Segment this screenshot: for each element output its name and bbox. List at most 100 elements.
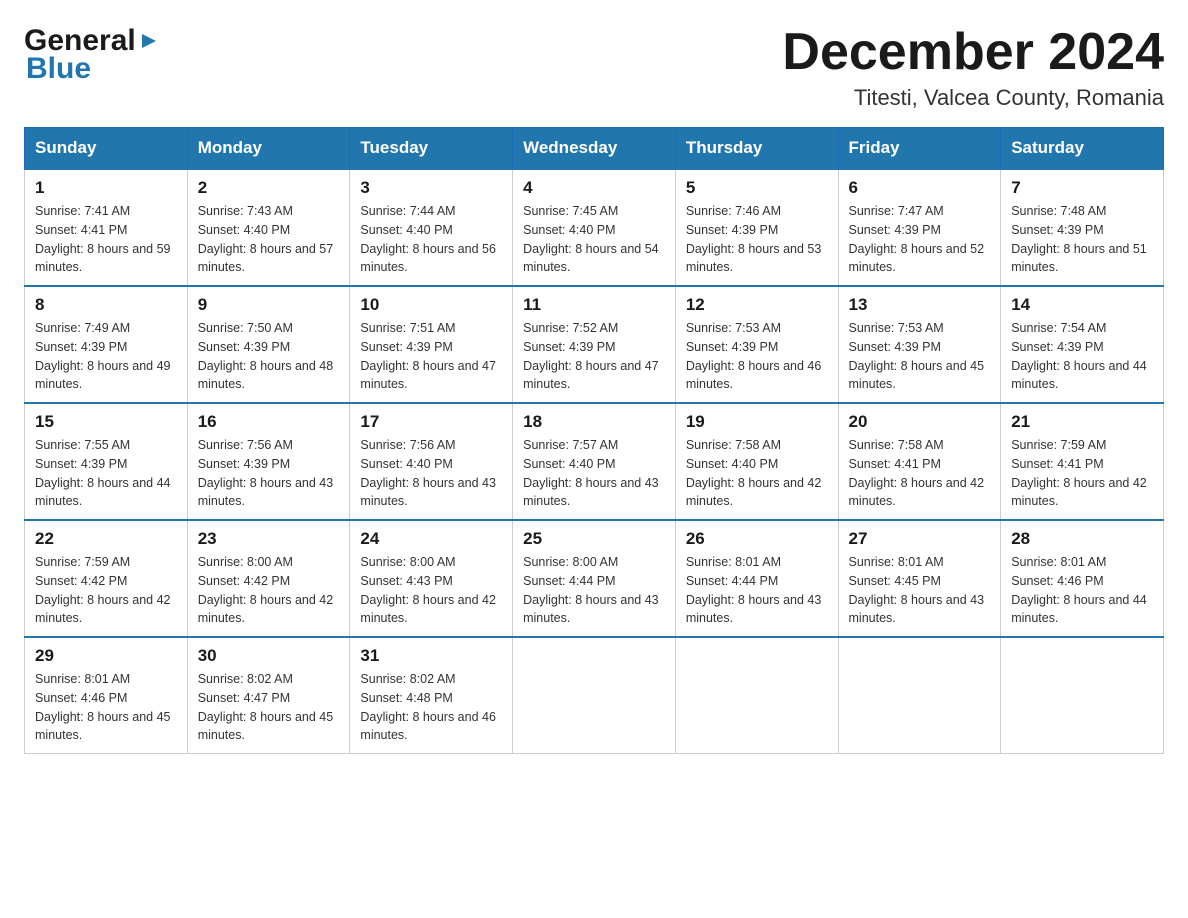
logo-blue: Blue (26, 52, 91, 86)
calendar-cell: 2 Sunrise: 7:43 AMSunset: 4:40 PMDayligh… (187, 169, 350, 286)
day-number: 5 (686, 178, 828, 198)
calendar-cell: 14 Sunrise: 7:54 AMSunset: 4:39 PMDaylig… (1001, 286, 1164, 403)
day-number: 13 (849, 295, 991, 315)
day-info: Sunrise: 7:48 AMSunset: 4:39 PMDaylight:… (1011, 204, 1147, 274)
day-number: 4 (523, 178, 665, 198)
logo-triangle-icon (138, 30, 160, 52)
calendar-cell: 28 Sunrise: 8:01 AMSunset: 4:46 PMDaylig… (1001, 520, 1164, 637)
calendar-cell: 15 Sunrise: 7:55 AMSunset: 4:39 PMDaylig… (25, 403, 188, 520)
calendar-cell: 16 Sunrise: 7:56 AMSunset: 4:39 PMDaylig… (187, 403, 350, 520)
day-number: 25 (523, 529, 665, 549)
day-number: 18 (523, 412, 665, 432)
calendar-cell (1001, 637, 1164, 754)
calendar-cell: 5 Sunrise: 7:46 AMSunset: 4:39 PMDayligh… (675, 169, 838, 286)
day-info: Sunrise: 7:47 AMSunset: 4:39 PMDaylight:… (849, 204, 985, 274)
day-info: Sunrise: 7:46 AMSunset: 4:39 PMDaylight:… (686, 204, 822, 274)
day-info: Sunrise: 8:02 AMSunset: 4:47 PMDaylight:… (198, 672, 334, 742)
day-info: Sunrise: 7:56 AMSunset: 4:39 PMDaylight:… (198, 438, 334, 508)
calendar-cell: 6 Sunrise: 7:47 AMSunset: 4:39 PMDayligh… (838, 169, 1001, 286)
month-title: December 2024 (782, 24, 1164, 81)
day-number: 22 (35, 529, 177, 549)
day-info: Sunrise: 8:00 AMSunset: 4:42 PMDaylight:… (198, 555, 334, 625)
day-number: 9 (198, 295, 340, 315)
day-info: Sunrise: 8:00 AMSunset: 4:43 PMDaylight:… (360, 555, 496, 625)
day-info: Sunrise: 8:01 AMSunset: 4:44 PMDaylight:… (686, 555, 822, 625)
day-number: 23 (198, 529, 340, 549)
day-info: Sunrise: 7:51 AMSunset: 4:39 PMDaylight:… (360, 321, 496, 391)
page-header: General Blue December 2024 Titesti, Valc… (24, 24, 1164, 111)
calendar-cell: 17 Sunrise: 7:56 AMSunset: 4:40 PMDaylig… (350, 403, 513, 520)
calendar-cell: 26 Sunrise: 8:01 AMSunset: 4:44 PMDaylig… (675, 520, 838, 637)
day-number: 10 (360, 295, 502, 315)
day-number: 14 (1011, 295, 1153, 315)
calendar-cell (513, 637, 676, 754)
day-info: Sunrise: 7:59 AMSunset: 4:41 PMDaylight:… (1011, 438, 1147, 508)
calendar-cell: 29 Sunrise: 8:01 AMSunset: 4:46 PMDaylig… (25, 637, 188, 754)
day-info: Sunrise: 7:59 AMSunset: 4:42 PMDaylight:… (35, 555, 171, 625)
day-number: 15 (35, 412, 177, 432)
day-info: Sunrise: 8:01 AMSunset: 4:46 PMDaylight:… (1011, 555, 1147, 625)
calendar-week-row-5: 29 Sunrise: 8:01 AMSunset: 4:46 PMDaylig… (25, 637, 1164, 754)
day-number: 17 (360, 412, 502, 432)
calendar-cell: 9 Sunrise: 7:50 AMSunset: 4:39 PMDayligh… (187, 286, 350, 403)
calendar-week-row-4: 22 Sunrise: 7:59 AMSunset: 4:42 PMDaylig… (25, 520, 1164, 637)
calendar-cell: 19 Sunrise: 7:58 AMSunset: 4:40 PMDaylig… (675, 403, 838, 520)
day-info: Sunrise: 7:52 AMSunset: 4:39 PMDaylight:… (523, 321, 659, 391)
calendar-header-row: Sunday Monday Tuesday Wednesday Thursday… (25, 128, 1164, 170)
calendar-cell: 23 Sunrise: 8:00 AMSunset: 4:42 PMDaylig… (187, 520, 350, 637)
day-info: Sunrise: 7:49 AMSunset: 4:39 PMDaylight:… (35, 321, 171, 391)
calendar-cell: 24 Sunrise: 8:00 AMSunset: 4:43 PMDaylig… (350, 520, 513, 637)
day-info: Sunrise: 7:58 AMSunset: 4:41 PMDaylight:… (849, 438, 985, 508)
day-info: Sunrise: 7:43 AMSunset: 4:40 PMDaylight:… (198, 204, 334, 274)
calendar-cell: 18 Sunrise: 7:57 AMSunset: 4:40 PMDaylig… (513, 403, 676, 520)
day-info: Sunrise: 8:01 AMSunset: 4:46 PMDaylight:… (35, 672, 171, 742)
day-number: 3 (360, 178, 502, 198)
day-number: 7 (1011, 178, 1153, 198)
day-number: 27 (849, 529, 991, 549)
calendar-cell: 27 Sunrise: 8:01 AMSunset: 4:45 PMDaylig… (838, 520, 1001, 637)
day-info: Sunrise: 7:45 AMSunset: 4:40 PMDaylight:… (523, 204, 659, 274)
day-number: 29 (35, 646, 177, 666)
calendar-week-row-1: 1 Sunrise: 7:41 AMSunset: 4:41 PMDayligh… (25, 169, 1164, 286)
col-header-thursday: Thursday (675, 128, 838, 170)
col-header-wednesday: Wednesday (513, 128, 676, 170)
calendar-cell: 13 Sunrise: 7:53 AMSunset: 4:39 PMDaylig… (838, 286, 1001, 403)
col-header-friday: Friday (838, 128, 1001, 170)
day-info: Sunrise: 7:44 AMSunset: 4:40 PMDaylight:… (360, 204, 496, 274)
calendar-cell: 31 Sunrise: 8:02 AMSunset: 4:48 PMDaylig… (350, 637, 513, 754)
day-info: Sunrise: 7:50 AMSunset: 4:39 PMDaylight:… (198, 321, 334, 391)
col-header-tuesday: Tuesday (350, 128, 513, 170)
col-header-monday: Monday (187, 128, 350, 170)
day-number: 21 (1011, 412, 1153, 432)
day-number: 31 (360, 646, 502, 666)
col-header-saturday: Saturday (1001, 128, 1164, 170)
day-number: 2 (198, 178, 340, 198)
calendar-cell (838, 637, 1001, 754)
day-info: Sunrise: 7:55 AMSunset: 4:39 PMDaylight:… (35, 438, 171, 508)
calendar-cell: 12 Sunrise: 7:53 AMSunset: 4:39 PMDaylig… (675, 286, 838, 403)
calendar-cell: 10 Sunrise: 7:51 AMSunset: 4:39 PMDaylig… (350, 286, 513, 403)
calendar-cell: 1 Sunrise: 7:41 AMSunset: 4:41 PMDayligh… (25, 169, 188, 286)
col-header-sunday: Sunday (25, 128, 188, 170)
day-info: Sunrise: 7:58 AMSunset: 4:40 PMDaylight:… (686, 438, 822, 508)
calendar-cell: 22 Sunrise: 7:59 AMSunset: 4:42 PMDaylig… (25, 520, 188, 637)
calendar-cell: 20 Sunrise: 7:58 AMSunset: 4:41 PMDaylig… (838, 403, 1001, 520)
day-info: Sunrise: 7:41 AMSunset: 4:41 PMDaylight:… (35, 204, 171, 274)
day-info: Sunrise: 8:02 AMSunset: 4:48 PMDaylight:… (360, 672, 496, 742)
day-number: 20 (849, 412, 991, 432)
title-area: December 2024 Titesti, Valcea County, Ro… (782, 24, 1164, 111)
day-number: 30 (198, 646, 340, 666)
location: Titesti, Valcea County, Romania (782, 85, 1164, 111)
day-number: 26 (686, 529, 828, 549)
day-info: Sunrise: 7:54 AMSunset: 4:39 PMDaylight:… (1011, 321, 1147, 391)
calendar-cell: 4 Sunrise: 7:45 AMSunset: 4:40 PMDayligh… (513, 169, 676, 286)
calendar-cell: 25 Sunrise: 8:00 AMSunset: 4:44 PMDaylig… (513, 520, 676, 637)
calendar-cell: 8 Sunrise: 7:49 AMSunset: 4:39 PMDayligh… (25, 286, 188, 403)
day-number: 28 (1011, 529, 1153, 549)
calendar-cell: 3 Sunrise: 7:44 AMSunset: 4:40 PMDayligh… (350, 169, 513, 286)
day-number: 6 (849, 178, 991, 198)
calendar-cell: 7 Sunrise: 7:48 AMSunset: 4:39 PMDayligh… (1001, 169, 1164, 286)
day-info: Sunrise: 7:56 AMSunset: 4:40 PMDaylight:… (360, 438, 496, 508)
day-info: Sunrise: 7:57 AMSunset: 4:40 PMDaylight:… (523, 438, 659, 508)
day-number: 1 (35, 178, 177, 198)
